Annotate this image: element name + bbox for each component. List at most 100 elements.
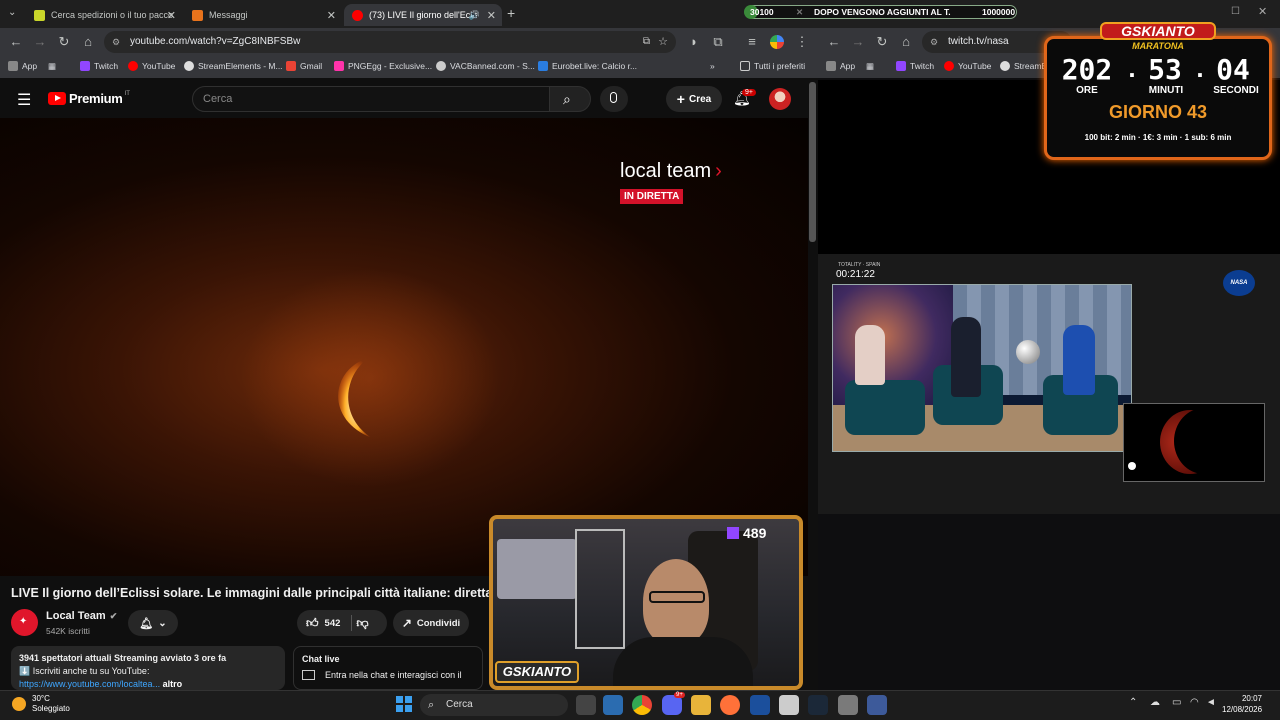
grid-icon[interactable]: ▦ [866, 61, 874, 72]
windows-start-icon[interactable] [396, 696, 412, 712]
forward-icon[interactable]: → [32, 34, 48, 49]
clock[interactable]: 20:07 12/08/2026 [1222, 693, 1262, 715]
reading-list-icon[interactable]: ≡ [744, 34, 760, 49]
reload-icon[interactable]: ↻ [874, 34, 890, 50]
site-info-icon[interactable]: ⚙ [112, 31, 120, 53]
subgoal-bar: 30100 ✕ DOPO VENGONO AGGIUNTI AL T. 1000… [744, 5, 1017, 19]
home-icon[interactable]: ⌂ [898, 34, 914, 49]
volume-icon[interactable]: ◄ [1206, 697, 1216, 708]
timer-colon: . [1128, 53, 1136, 83]
install-icon[interactable]: ⧉ [643, 31, 650, 53]
tab-youtube-live[interactable]: (73) LIVE Il giorno dell'Eclis 🔊 ✕ [344, 4, 502, 26]
address-bar[interactable]: ⚙ youtube.com/watch?v=ZgC8INBFSBw ⧉ ☆ [104, 31, 676, 53]
description-box[interactable]: 3941 spettatori attuali Streaming avviat… [11, 646, 285, 690]
close-icon[interactable]: ✕ [327, 9, 336, 22]
youtube-premium-logo[interactable]: Premium IT [48, 91, 130, 106]
video-player[interactable]: local team › IN DIRETTA [0, 118, 808, 576]
close-icon[interactable]: ✕ [487, 9, 496, 22]
back-icon[interactable]: ← [826, 34, 842, 49]
bookmark-star-icon[interactable]: ☆ [658, 31, 668, 53]
bookmark-twitch[interactable]: Twitch [896, 61, 934, 71]
grid-icon[interactable]: ▦ [48, 61, 56, 72]
steam-icon[interactable] [808, 695, 828, 715]
new-tab-icon[interactable]: + [507, 5, 515, 21]
tab-messages[interactable]: Messaggi ✕ [184, 4, 342, 26]
extensions-icon[interactable]: ⧉ [710, 34, 726, 50]
channel-name[interactable]: Local Team ✔ [46, 610, 117, 622]
reload-icon[interactable]: ↻ [56, 34, 72, 50]
firefox-icon[interactable] [720, 695, 740, 715]
description-more[interactable]: altro [163, 679, 183, 689]
subscription-bell-button[interactable]: 🔔︎ ⌄ [128, 610, 178, 636]
viewer-count: 489 [743, 525, 767, 541]
speaker-icon[interactable]: 🔊 [469, 10, 480, 21]
app-icon[interactable] [838, 695, 858, 715]
chevron-right-icon[interactable]: » [710, 61, 715, 71]
bookmark-pngegg[interactable]: PNGEgg - Exclusive... [334, 61, 432, 71]
home-icon[interactable]: ⌂ [80, 34, 96, 49]
description-link[interactable]: https://www.youtube.com/localtea... [19, 679, 160, 689]
file-explorer-icon[interactable] [691, 695, 711, 715]
calculator-icon[interactable] [779, 695, 799, 715]
left-tab-strip: ⌄ Cerca spedizioni o il tuo pacco ✕ Mess… [0, 0, 818, 28]
taskbar-search[interactable]: ⌕ Cerca [420, 694, 568, 716]
extension-icon[interactable]: ◗ [686, 34, 702, 49]
subgoal-text: DOPO VENGONO AGGIUNTI AL T. [814, 7, 951, 17]
timer-brand: GSKIANTO [1100, 22, 1216, 40]
wifi-icon[interactable]: ◠ [1190, 697, 1199, 708]
channel-avatar[interactable]: ✦ [11, 609, 38, 636]
task-view-icon[interactable] [576, 695, 596, 715]
bookmark-gmail[interactable]: Gmail [286, 61, 322, 71]
store-icon[interactable] [603, 695, 623, 715]
verified-icon: ✔ [109, 610, 118, 621]
voice-search-button[interactable] [600, 86, 628, 112]
menu-icon[interactable]: ⋮ [794, 34, 810, 50]
weather-widget[interactable]: 30°C Soleggiato [12, 694, 70, 714]
bookmark-twitch[interactable]: Twitch [80, 61, 118, 71]
forward-icon[interactable]: → [850, 34, 866, 49]
search-icon: ⌕ [428, 699, 435, 711]
search-input[interactable]: Cerca [192, 86, 550, 112]
chat-prompt[interactable]: Entra nella chat e interagisci con il [325, 670, 462, 680]
account-avatar[interactable] [769, 88, 791, 110]
bookmark-streamelements[interactable]: StreamE [1000, 61, 1047, 71]
host-right [1063, 325, 1095, 395]
chevron-up-icon[interactable]: ⌃ [1129, 697, 1137, 708]
scrollbar[interactable] [809, 82, 816, 242]
timer-day: GIORNO 43 [1108, 102, 1208, 122]
dislike-icon[interactable]: 👎︎ [356, 616, 368, 631]
bookmark-youtube[interactable]: YouTube [944, 61, 991, 71]
discord-icon[interactable] [662, 695, 682, 715]
bookmark-all-favorites[interactable]: Tutti i preferiti [740, 61, 805, 71]
bookmark-eurobet[interactable]: Eurobet.live: Calcio r... [538, 61, 637, 71]
like-icon[interactable]: 👍︎ [306, 616, 319, 631]
maximize-icon[interactable]: ☐ [1231, 6, 1240, 17]
chrome-icon[interactable] [632, 695, 652, 715]
app-icon[interactable] [750, 695, 770, 715]
tab-search-icon[interactable]: ⌄ [8, 7, 16, 18]
timer-rates: 100 bit: 2 min · 1€: 3 min · 1 sub: 6 mi… [1084, 133, 1232, 142]
cloud-icon[interactable]: ☁ [1150, 697, 1160, 708]
close-icon[interactable]: ✕ [167, 9, 176, 22]
weather-desc: Soleggiato [32, 704, 70, 713]
share-button[interactable]: ↗ Condividi [393, 610, 469, 636]
bookmark-youtube[interactable]: YouTube [128, 61, 175, 71]
tab-parcel[interactable]: Cerca spedizioni o il tuo pacco ✕ [26, 4, 182, 26]
youtube-play-icon [48, 92, 66, 105]
bookmark-vacbanned[interactable]: VACBanned.com - S... [436, 61, 535, 71]
search-button[interactable]: ⌕ [549, 86, 591, 112]
close-window-icon[interactable]: ✕ [1258, 5, 1267, 18]
display-icon[interactable]: ▭ [1172, 697, 1181, 708]
hamburger-menu-icon[interactable]: ☰ [17, 90, 31, 110]
app-icon[interactable] [867, 695, 887, 715]
bookmark-apps[interactable]: App [8, 61, 37, 71]
site-info-icon[interactable]: ⚙ [930, 31, 938, 53]
bookmark-apps[interactable]: App [826, 61, 855, 71]
eclipse-crescent [338, 358, 372, 438]
back-icon[interactable]: ← [8, 34, 24, 49]
create-button[interactable]: + Crea [666, 86, 722, 112]
local-team-logo-icon: ✦ [19, 616, 28, 627]
bookmark-streamelements[interactable]: StreamElements - M... [184, 61, 283, 71]
profile-avatar[interactable] [770, 35, 784, 49]
chevron-down-icon: ⌄ [158, 617, 167, 629]
